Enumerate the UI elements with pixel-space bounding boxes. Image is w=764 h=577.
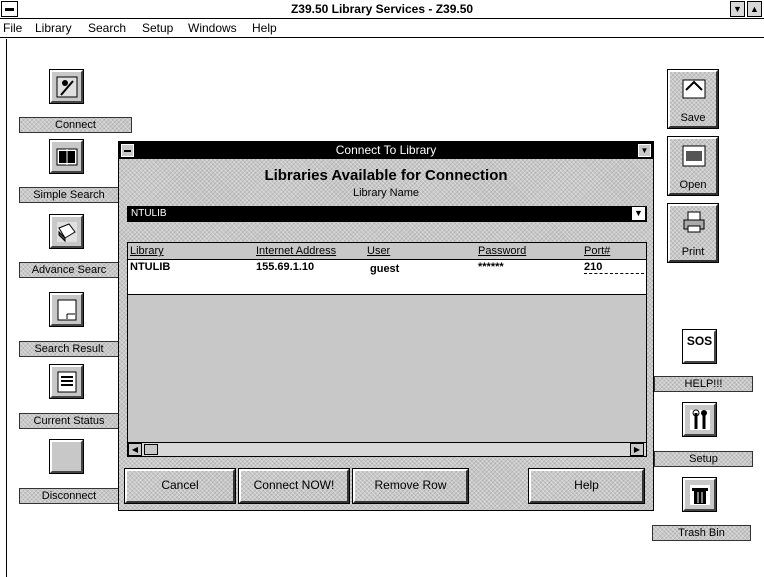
save-icon	[682, 79, 706, 99]
advance-search-icon-button[interactable]	[49, 214, 84, 249]
title-bar: Z39.50 Library Services - Z39.50 ▼ ▲	[0, 0, 764, 19]
help-button[interactable]: Help	[528, 468, 645, 504]
horizontal-scrollbar[interactable]: ◀ ▶	[128, 442, 646, 456]
scroll-left-icon[interactable]: ◀	[128, 443, 142, 456]
current-status-label[interactable]: Current Status	[19, 413, 119, 429]
menu-windows[interactable]: Windows	[188, 21, 237, 35]
disconnect-icon-button[interactable]	[49, 439, 84, 474]
libraries-table: Library Internet Address User Password P…	[127, 242, 647, 457]
dialog-title: Connect To Library	[335, 143, 437, 157]
scroll-thumb[interactable]	[144, 444, 158, 455]
advance-search-label[interactable]: Advance Searc	[19, 262, 119, 278]
trash-label[interactable]: Trash Bin	[652, 525, 751, 541]
library-name-value: NTULIB	[131, 208, 167, 219]
cell-port[interactable]: 210	[584, 261, 644, 274]
setup-label[interactable]: Setup	[654, 451, 753, 467]
print-label: Print	[681, 246, 705, 258]
dialog-heading: Libraries Available for Connection	[264, 167, 508, 184]
menu-bar: File Library Search Setup Windows Help	[0, 19, 764, 38]
simple-search-icon-button[interactable]	[49, 139, 84, 174]
save-label: Save	[680, 112, 706, 124]
books-stack-icon	[57, 222, 77, 243]
cell-user[interactable]: guest	[370, 263, 399, 275]
connect-now-button[interactable]: Connect NOW!	[238, 468, 350, 504]
dialog-system-menu-icon[interactable]	[121, 144, 134, 157]
satellite-dish-icon	[56, 76, 78, 98]
connect-icon-button[interactable]	[49, 69, 84, 104]
help-label[interactable]: HELP!!!	[654, 376, 753, 392]
setup-icon-button[interactable]	[682, 402, 717, 437]
column-header-internet-address[interactable]: Internet Address	[256, 245, 336, 260]
scroll-right-icon[interactable]: ▶	[630, 443, 644, 456]
list-document-icon	[57, 371, 77, 393]
trash-bin-icon	[690, 485, 710, 505]
remove-row-button[interactable]: Remove Row	[352, 468, 469, 504]
document-icon	[57, 299, 77, 321]
table-row[interactable]: NTULIB 155.69.1.10 guest ****** 210	[128, 259, 646, 295]
cancel-button[interactable]: Cancel	[124, 468, 236, 504]
cell-library[interactable]: NTULIB	[130, 261, 170, 273]
connect-label[interactable]: Connect	[19, 117, 132, 133]
window-title: Z39.50 Library Services - Z39.50	[290, 2, 474, 16]
printer-icon	[683, 211, 705, 233]
dialog-minimize-button[interactable]: ▼	[638, 144, 651, 157]
connect-to-library-dialog: Connect To Library ▼ Libraries Available…	[118, 141, 654, 511]
maximize-button[interactable]: ▲	[747, 1, 762, 17]
sos-icon: SOS	[686, 334, 713, 348]
cell-internet-address[interactable]: 155.69.1.10	[256, 261, 314, 273]
column-header-port[interactable]: Port#	[584, 245, 610, 260]
column-header-password[interactable]: Password	[478, 245, 526, 260]
menu-library[interactable]: Library	[35, 21, 72, 35]
library-name-label: Library Name	[352, 187, 420, 199]
sos-icon-button[interactable]: SOS	[682, 329, 717, 364]
simple-search-label[interactable]: Simple Search	[19, 187, 119, 203]
print-button[interactable]: Print	[667, 203, 719, 263]
column-header-library[interactable]: Library	[130, 245, 164, 260]
open-button[interactable]: Open	[667, 136, 719, 196]
trash-icon-button[interactable]	[682, 477, 717, 512]
menu-setup[interactable]: Setup	[142, 21, 173, 35]
dropdown-arrow-icon[interactable]: ▼	[632, 207, 645, 220]
library-name-select[interactable]: NTULIB ▼	[127, 206, 647, 222]
search-result-label[interactable]: Search Result	[19, 341, 119, 357]
disconnect-label[interactable]: Disconnect	[19, 488, 119, 504]
tools-icon	[690, 409, 710, 430]
search-result-icon-button[interactable]	[49, 292, 84, 327]
minimize-button[interactable]: ▼	[730, 1, 745, 17]
column-header-user[interactable]: User	[367, 245, 390, 260]
book-icon	[56, 148, 78, 166]
save-button[interactable]: Save	[667, 69, 719, 129]
menu-file[interactable]: File	[3, 21, 22, 35]
cell-password[interactable]: ******	[478, 261, 504, 273]
current-status-icon-button[interactable]	[49, 364, 84, 399]
dialog-title-bar: Connect To Library	[119, 142, 653, 159]
menu-search[interactable]: Search	[88, 21, 126, 35]
open-label: Open	[679, 179, 707, 191]
menu-help[interactable]: Help	[252, 21, 277, 35]
open-folder-icon	[682, 145, 706, 167]
